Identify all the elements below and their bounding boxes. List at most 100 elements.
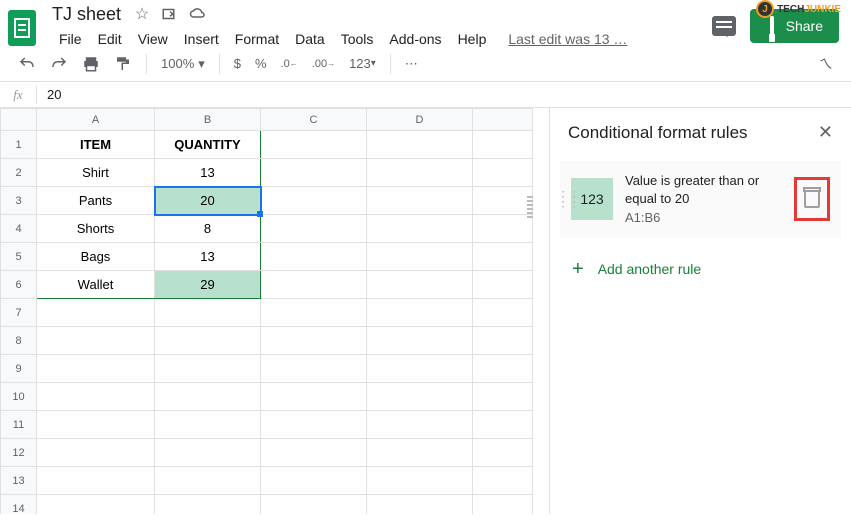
sheets-logo-icon[interactable] — [8, 10, 36, 46]
cell[interactable] — [367, 327, 473, 355]
spreadsheet-grid[interactable]: ABCD1ITEMQUANTITY2Shirt133Pants204Shorts… — [0, 108, 549, 514]
cell[interactable] — [367, 467, 473, 495]
cell[interactable] — [261, 467, 367, 495]
print-button[interactable] — [76, 51, 106, 77]
cell[interactable]: 8 — [155, 215, 261, 243]
row-header[interactable]: 7 — [1, 299, 37, 327]
increase-decimal-button[interactable]: .00→ — [306, 54, 341, 74]
formula-value[interactable]: 20 — [37, 87, 61, 102]
collapse-toolbar-icon[interactable]: ㄟ — [813, 50, 839, 78]
column-header[interactable]: D — [367, 109, 473, 131]
menu-edit[interactable]: Edit — [91, 29, 129, 49]
cell[interactable]: 29 — [155, 271, 261, 299]
cell[interactable] — [473, 439, 533, 467]
document-title[interactable]: TJ sheet — [52, 4, 121, 25]
cell[interactable] — [473, 131, 533, 159]
cell[interactable]: 20 — [155, 187, 261, 215]
cell[interactable]: Wallet — [37, 271, 155, 299]
cell[interactable] — [367, 411, 473, 439]
cell[interactable] — [367, 187, 473, 215]
cell[interactable] — [261, 439, 367, 467]
format-currency-button[interactable]: $ — [228, 52, 247, 75]
decrease-decimal-button[interactable]: .0← — [275, 54, 304, 74]
cell[interactable] — [473, 495, 533, 515]
cell[interactable]: ITEM — [37, 131, 155, 159]
column-header[interactable] — [473, 109, 533, 131]
cell[interactable] — [155, 383, 261, 411]
star-icon[interactable]: ☆ — [133, 5, 151, 23]
cell[interactable] — [261, 271, 367, 299]
paint-format-button[interactable] — [108, 51, 138, 77]
cell[interactable] — [37, 495, 155, 515]
cell[interactable] — [367, 271, 473, 299]
menu-view[interactable]: View — [131, 29, 175, 49]
row-header[interactable]: 2 — [1, 159, 37, 187]
cell[interactable] — [473, 299, 533, 327]
menu-insert[interactable]: Insert — [177, 29, 226, 49]
row-header[interactable]: 8 — [1, 327, 37, 355]
comments-icon[interactable] — [712, 16, 736, 36]
cell[interactable] — [155, 439, 261, 467]
cell[interactable]: Pants — [37, 187, 155, 215]
row-header[interactable]: 10 — [1, 383, 37, 411]
redo-button[interactable] — [44, 51, 74, 77]
cell[interactable] — [367, 131, 473, 159]
cell[interactable] — [261, 299, 367, 327]
row-header[interactable]: 6 — [1, 271, 37, 299]
cell[interactable] — [473, 411, 533, 439]
cell[interactable] — [367, 243, 473, 271]
cell[interactable] — [37, 383, 155, 411]
column-header[interactable]: A — [37, 109, 155, 131]
menu-addons[interactable]: Add-ons — [382, 29, 448, 49]
cell[interactable] — [261, 327, 367, 355]
cell[interactable]: 13 — [155, 159, 261, 187]
cell[interactable] — [367, 439, 473, 467]
cell[interactable] — [473, 187, 533, 215]
cell[interactable] — [155, 411, 261, 439]
cell[interactable] — [155, 299, 261, 327]
cloud-status-icon[interactable] — [189, 5, 207, 23]
cell[interactable] — [367, 215, 473, 243]
more-toolbar-button[interactable]: ⋯ — [399, 52, 424, 76]
select-all-corner[interactable] — [1, 109, 37, 131]
column-header[interactable]: C — [261, 109, 367, 131]
cell[interactable] — [261, 411, 367, 439]
cell[interactable] — [155, 467, 261, 495]
row-header[interactable]: 5 — [1, 243, 37, 271]
close-icon[interactable]: ✕ — [818, 122, 833, 143]
cell[interactable] — [261, 159, 367, 187]
cell[interactable]: Bags — [37, 243, 155, 271]
cell[interactable] — [155, 495, 261, 515]
column-header[interactable]: B — [155, 109, 261, 131]
cell[interactable] — [473, 355, 533, 383]
cell[interactable] — [261, 131, 367, 159]
cell[interactable] — [367, 355, 473, 383]
cell[interactable] — [37, 467, 155, 495]
row-header[interactable]: 13 — [1, 467, 37, 495]
cell[interactable] — [473, 383, 533, 411]
cell[interactable] — [37, 299, 155, 327]
cell[interactable] — [155, 355, 261, 383]
row-header[interactable]: 9 — [1, 355, 37, 383]
cell[interactable] — [37, 327, 155, 355]
add-rule-button[interactable]: + Add another rule — [550, 246, 851, 293]
menu-data[interactable]: Data — [288, 29, 332, 49]
row-header[interactable]: 12 — [1, 439, 37, 467]
row-header[interactable]: 3 — [1, 187, 37, 215]
menu-help[interactable]: Help — [451, 29, 494, 49]
cell[interactable] — [473, 159, 533, 187]
zoom-select[interactable]: 100% ▾ — [155, 56, 211, 72]
cell[interactable]: 13 — [155, 243, 261, 271]
move-icon[interactable] — [161, 5, 179, 23]
cell[interactable] — [261, 187, 367, 215]
undo-button[interactable] — [12, 51, 42, 77]
cell[interactable] — [367, 383, 473, 411]
cell[interactable] — [367, 159, 473, 187]
drag-handle-icon[interactable]: ⋮⋮⋮⋮ — [556, 194, 578, 204]
menu-format[interactable]: Format — [228, 29, 286, 49]
cell[interactable] — [473, 215, 533, 243]
row-header[interactable]: 11 — [1, 411, 37, 439]
delete-rule-button[interactable] — [794, 177, 830, 221]
cell[interactable] — [261, 215, 367, 243]
cell[interactable] — [261, 355, 367, 383]
